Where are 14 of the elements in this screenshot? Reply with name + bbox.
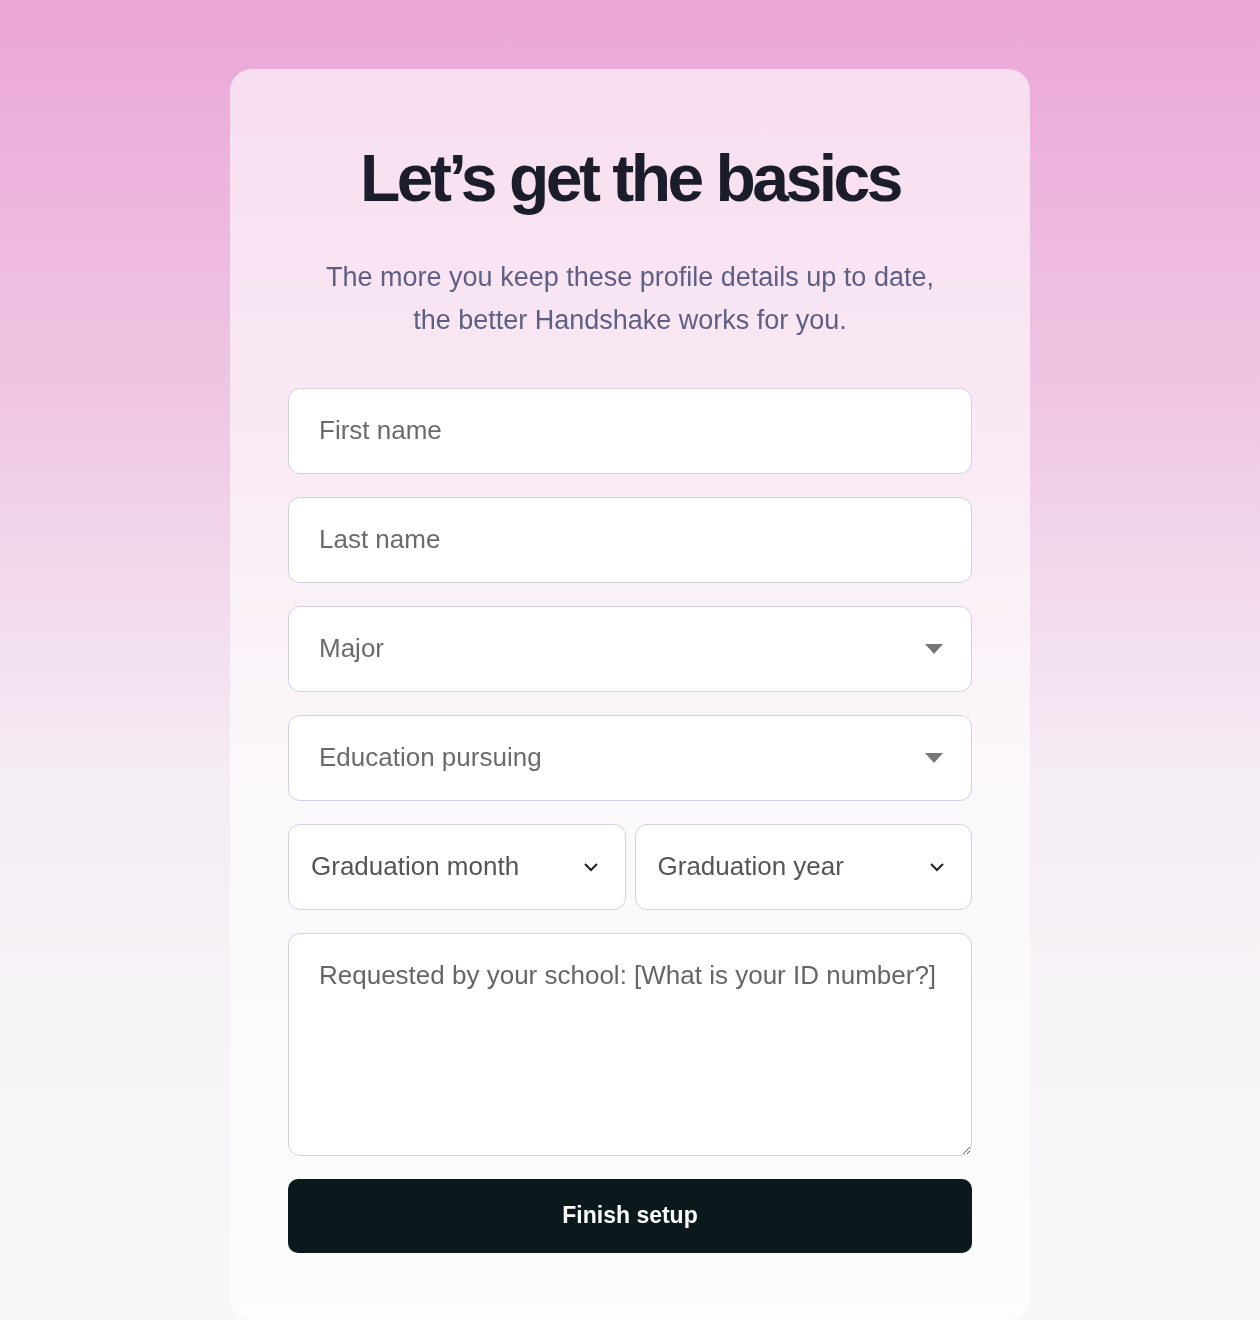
dropdown[interactable]: Major <box>288 605 972 692</box>
finish-button[interactable]: Finish setup <box>288 1178 972 1253</box>
input-field[interactable]: Last name <box>288 496 972 583</box>
dropdown[interactable]: Education pursuing <box>288 714 972 801</box>
caret-icon <box>925 643 943 654</box>
input-field[interactable]: First name <box>288 387 972 474</box>
dropdown[interactable]: Graduation year <box>634 823 972 910</box>
text-area[interactable]: Requested by your school: [What is your ID number?] <box>288 932 972 1156</box>
chevron-down-icon <box>929 861 945 872</box>
intro-text: The more you keep these profile details up to date, the better Handshake works for you. <box>325 261 935 338</box>
caret-icon <box>925 752 943 763</box>
page-heading: Let’s get the basics <box>358 140 902 217</box>
dropdown[interactable]: Graduation month <box>288 823 626 910</box>
chevron-down-icon <box>582 861 599 872</box>
